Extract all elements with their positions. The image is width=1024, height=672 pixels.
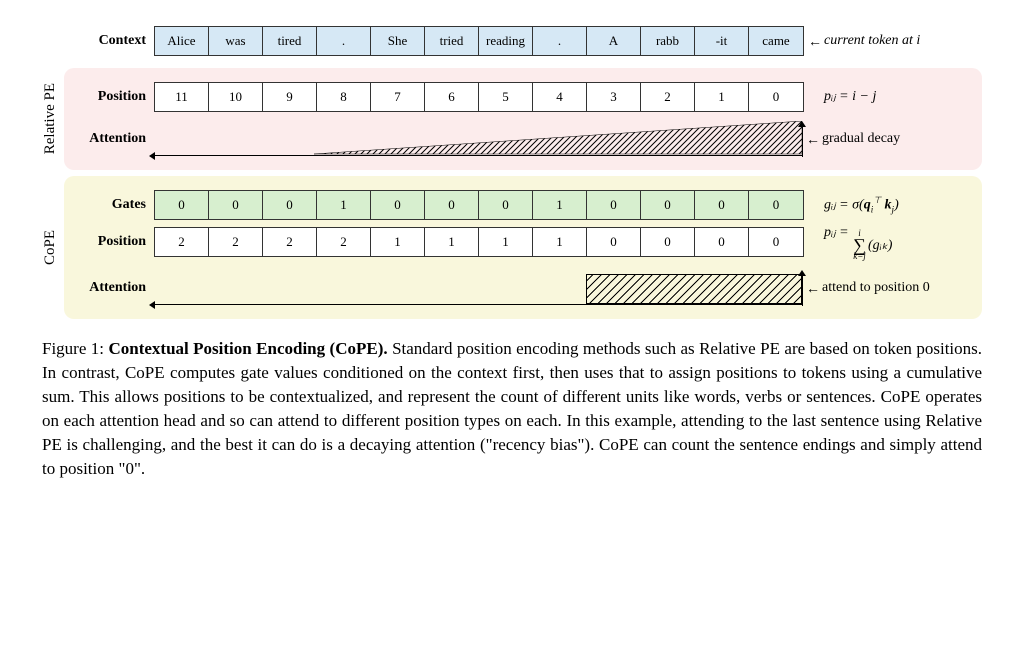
cell: 0 [371, 191, 425, 219]
cell: A [587, 27, 641, 55]
cell: 10 [209, 83, 263, 111]
cell: 0 [695, 191, 749, 219]
caption-title: Contextual Position Encoding (CoPE). [108, 339, 387, 358]
cell: She [371, 27, 425, 55]
cell: 1 [371, 228, 425, 256]
cell: 0 [641, 228, 695, 256]
cope-gates-cells: 000100010000 [154, 190, 804, 220]
cell: 0 [749, 191, 803, 219]
relative-pe-vlabel: Relative PE [42, 83, 64, 154]
cell: 0 [749, 228, 803, 256]
note-rel-formula: pᵢⱼ = i − j [804, 88, 964, 106]
position-label-rel: Position [68, 89, 154, 105]
cell: Alice [155, 27, 209, 55]
cope-vlabel: CoPE [42, 230, 64, 265]
context-cells: Alicewastired.Shetriedreading.Arabb-itca… [154, 26, 804, 56]
attention-label-cope: Attention [68, 280, 154, 296]
cell: 2 [317, 228, 371, 256]
cell: 2 [155, 228, 209, 256]
cell: 0 [587, 191, 641, 219]
caption-lead: Figure 1: [42, 339, 108, 358]
cell: 0 [587, 228, 641, 256]
gates-label: Gates [68, 197, 154, 213]
cell: came [749, 27, 803, 55]
cell: 1 [425, 228, 479, 256]
cell: 8 [317, 83, 371, 111]
cell: 7 [371, 83, 425, 111]
cope-attention-plot [154, 271, 802, 305]
position-label-cope: Position [68, 234, 154, 250]
cell: 1 [533, 191, 587, 219]
relative-pe-panel: Relative PE Position 11109876543210 pᵢⱼ … [42, 68, 982, 170]
cell: 3 [587, 83, 641, 111]
note-pos-formula: pᵢⱼ = i∑k=j(gᵢₖ) [804, 224, 964, 261]
note-attend-pos0: attend to position 0 [802, 279, 962, 297]
cell: 2 [641, 83, 695, 111]
cell: rabb [641, 27, 695, 55]
cell: 1 [317, 191, 371, 219]
cell: reading [479, 27, 533, 55]
cell: 11 [155, 83, 209, 111]
cell: 5 [479, 83, 533, 111]
cell: 2 [263, 228, 317, 256]
cell: 0 [695, 228, 749, 256]
note-gradual-decay: gradual decay [802, 130, 962, 148]
attention-label-rel: Attention [68, 131, 154, 147]
cell: 6 [425, 83, 479, 111]
cell: 0 [155, 191, 209, 219]
cell: 0 [263, 191, 317, 219]
rel-position-cells: 11109876543210 [154, 82, 804, 112]
cell: tired [263, 27, 317, 55]
figure-1: . Context Alicewastired.Shetriedreading.… [42, 20, 982, 481]
cell: 0 [209, 191, 263, 219]
cell: 2 [209, 228, 263, 256]
cell: 1 [533, 228, 587, 256]
rel-attention-plot [154, 122, 802, 156]
figure-caption: Figure 1: Contextual Position Encoding (… [42, 337, 982, 482]
context-label: Context [68, 33, 154, 49]
cell: 4 [533, 83, 587, 111]
cell: 1 [479, 228, 533, 256]
cell: 0 [749, 83, 803, 111]
context-row: . Context Alicewastired.Shetriedreading.… [42, 20, 982, 62]
caption-body: Standard position encoding methods such … [42, 339, 982, 479]
note-gate-formula: gᵢⱼ = σ(qi⊤ kj) [804, 195, 964, 216]
cell: 0 [425, 191, 479, 219]
cell: 9 [263, 83, 317, 111]
cell: 1 [695, 83, 749, 111]
cell: 0 [641, 191, 695, 219]
cell: . [533, 27, 587, 55]
cell: -it [695, 27, 749, 55]
cell: . [317, 27, 371, 55]
cell: tried [425, 27, 479, 55]
cell: was [209, 27, 263, 55]
cell: 0 [479, 191, 533, 219]
note-current-token: current token at i [804, 32, 964, 50]
cope-panel: CoPE Gates 000100010000 gᵢⱼ = σ(qi⊤ kj) … [42, 176, 982, 319]
cope-position-cells: 222211110000 [154, 227, 804, 257]
